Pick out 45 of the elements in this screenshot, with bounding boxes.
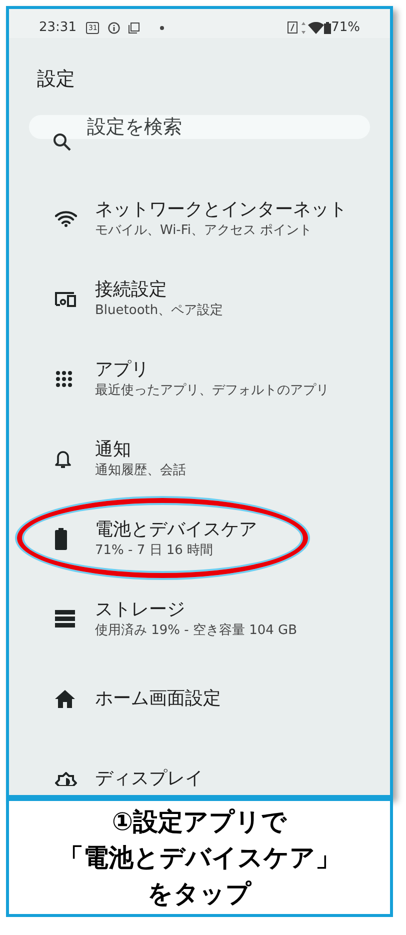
battery-status-icon	[324, 22, 332, 34]
item-subtitle: Bluetooth、ペア設定	[95, 302, 224, 320]
info-icon	[108, 22, 120, 34]
caption-line: ①設定アプリで	[112, 806, 288, 838]
search-icon	[53, 133, 71, 151]
storage-icon	[55, 610, 75, 628]
item-subtitle: モバイル、Wi-Fi、アクセス ポイント	[95, 222, 314, 240]
settings-item[interactable]: 電池とデバイスケア 71% - 7 日 16 時間	[9, 499, 390, 579]
settings-item[interactable]: ネットワークとインターネット モバイル、Wi-Fi、アクセス ポイント	[9, 179, 390, 259]
vibrate-icon	[287, 21, 300, 34]
settings-item[interactable]: ディスプレイ	[9, 739, 390, 795]
item-title: 接続設定	[95, 278, 168, 302]
wifi-signal-icon	[308, 22, 324, 34]
item-subtitle: 通知履歴、会話	[95, 462, 186, 480]
caption-line: をタップ	[148, 878, 252, 910]
status-time: 23:31	[39, 19, 76, 37]
item-title: アプリ	[95, 358, 150, 382]
data-arrows-icon	[301, 22, 306, 34]
caption-line: 「電池とデバイスケア」	[58, 842, 340, 874]
copy-icon	[128, 22, 140, 34]
item-title: ストレージ	[95, 598, 186, 622]
battery-percent: 71%	[331, 19, 360, 37]
settings-item[interactable]: ホーム画面設定	[9, 659, 390, 739]
item-subtitle: 71% - 7 日 16 時間	[95, 542, 214, 560]
page-title: 設定	[37, 66, 75, 92]
item-title: 電池とデバイスケア	[95, 518, 257, 542]
battery-icon	[55, 528, 67, 550]
search-field[interactable]: 設定を検索	[29, 115, 370, 139]
bell-icon	[55, 449, 71, 469]
devices-icon	[55, 291, 77, 307]
settings-item[interactable]: アプリ 最近使ったアプリ、デフォルトのアプリ	[9, 339, 390, 419]
dot-icon	[160, 26, 164, 30]
home-icon	[55, 690, 75, 708]
brightness-icon	[55, 772, 77, 786]
wifi-icon	[55, 211, 77, 227]
item-title: 通知	[95, 438, 132, 462]
item-title: ホーム画面設定	[95, 687, 221, 711]
item-subtitle: 使用済み 19% - 空き容量 104 GB	[95, 622, 298, 640]
item-title: ディスプレイ	[95, 767, 203, 791]
item-subtitle: 最近使ったアプリ、デフォルトのアプリ	[95, 382, 329, 400]
settings-item[interactable]: 接続設定 Bluetooth、ペア設定	[9, 259, 390, 339]
item-title: ネットワークとインターネット	[95, 198, 347, 222]
settings-item[interactable]: ストレージ 使用済み 19% - 空き容量 104 GB	[9, 579, 390, 659]
settings-item[interactable]: 通知 通知履歴、会話	[9, 419, 390, 499]
grid-icon	[55, 370, 73, 388]
